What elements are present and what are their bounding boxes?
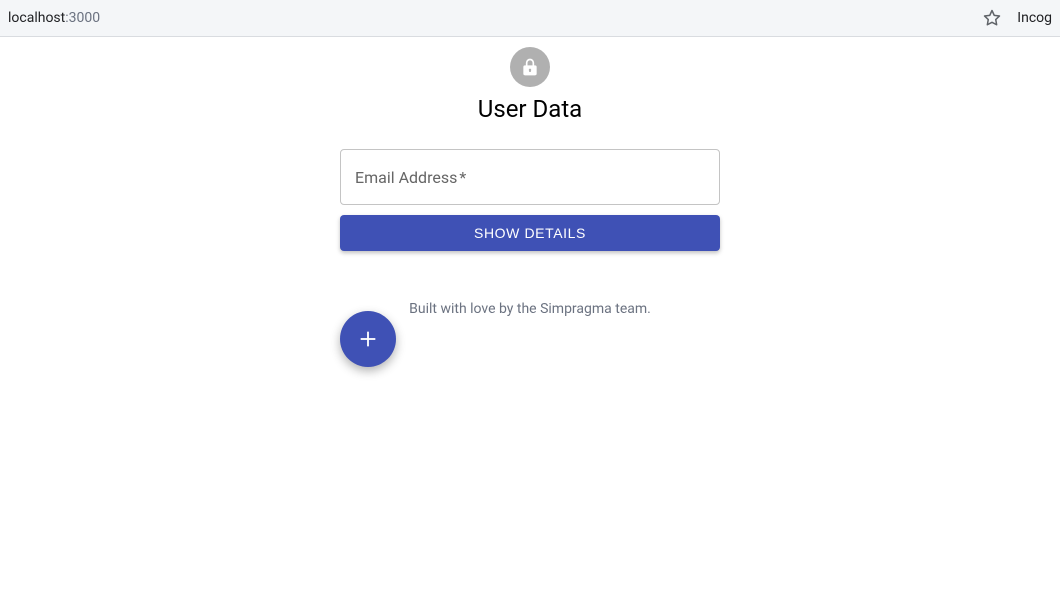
email-field-wrapper: Email Address* — [340, 149, 720, 205]
page-title: User Data — [478, 95, 582, 123]
add-fab-button[interactable] — [340, 311, 396, 367]
url-port: :3000 — [65, 10, 100, 26]
bookmark-star-icon[interactable] — [983, 9, 1001, 27]
email-input[interactable] — [341, 150, 719, 204]
browser-address-bar: localhost:3000 Incog — [0, 0, 1060, 37]
footer-credit: Built with love by the Simpragma team. — [409, 301, 651, 317]
show-details-button[interactable]: SHOW DETAILS — [340, 215, 720, 251]
url-display: localhost:3000 — [8, 10, 100, 26]
user-data-form: Email Address* SHOW DETAILS — [340, 149, 720, 251]
lock-icon — [510, 47, 550, 87]
page-content: User Data Email Address* SHOW DETAILS Bu… — [0, 37, 1060, 317]
incognito-label: Incog — [1017, 10, 1052, 26]
url-host: localhost — [8, 10, 65, 26]
